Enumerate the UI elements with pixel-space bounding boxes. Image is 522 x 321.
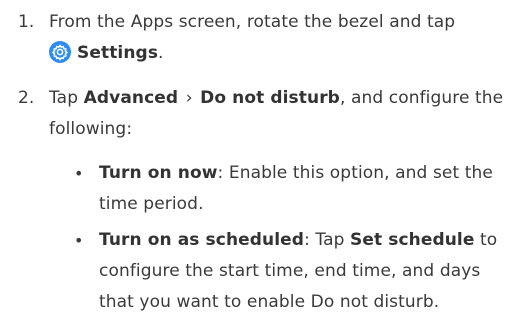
settings-gear-icon (49, 41, 71, 63)
set-schedule-label: Set schedule (350, 230, 475, 250)
do-not-disturb-label: Do not disturb (200, 88, 340, 108)
settings-label: Settings (77, 43, 159, 63)
step-number: 1. (18, 12, 35, 32)
bullet-text: Turn on as scheduled: Tap Set schedule t… (99, 225, 519, 318)
step-text: From the Apps screen, rotate the bezel a… (49, 7, 514, 69)
path-separator: › (185, 88, 193, 108)
bullet-item-turn-on-as-scheduled: • Turn on as scheduled: Tap Set schedule… (74, 225, 514, 321)
step-2: 2. Tap Advanced › Do not disturb, and co… (0, 83, 522, 147)
bullet-item-turn-on-now: • Turn on now: Enable this option, and s… (74, 158, 514, 222)
turn-on-now-label: Turn on now (99, 163, 218, 183)
step-1: 1. From the Apps screen, rotate the beze… (0, 7, 522, 71)
advanced-label: Advanced (83, 88, 179, 108)
bullet-dot: • (74, 231, 84, 250)
instructions-document: 1. From the Apps screen, rotate the beze… (0, 0, 522, 321)
punctuation: . (158, 43, 164, 63)
bullet-dot: • (74, 164, 84, 183)
step-text-part: From the Apps screen, rotate the bezel a… (49, 12, 456, 32)
step-number: 2. (18, 88, 35, 108)
step-text: Tap Advanced › Do not disturb, and confi… (49, 83, 514, 145)
turn-on-as-scheduled-label: Turn on as scheduled (99, 230, 305, 250)
bullet-description: : Tap (304, 230, 345, 250)
step-text-part: Tap (49, 88, 79, 108)
bullet-text: Turn on now: Enable this option, and set… (99, 158, 519, 220)
